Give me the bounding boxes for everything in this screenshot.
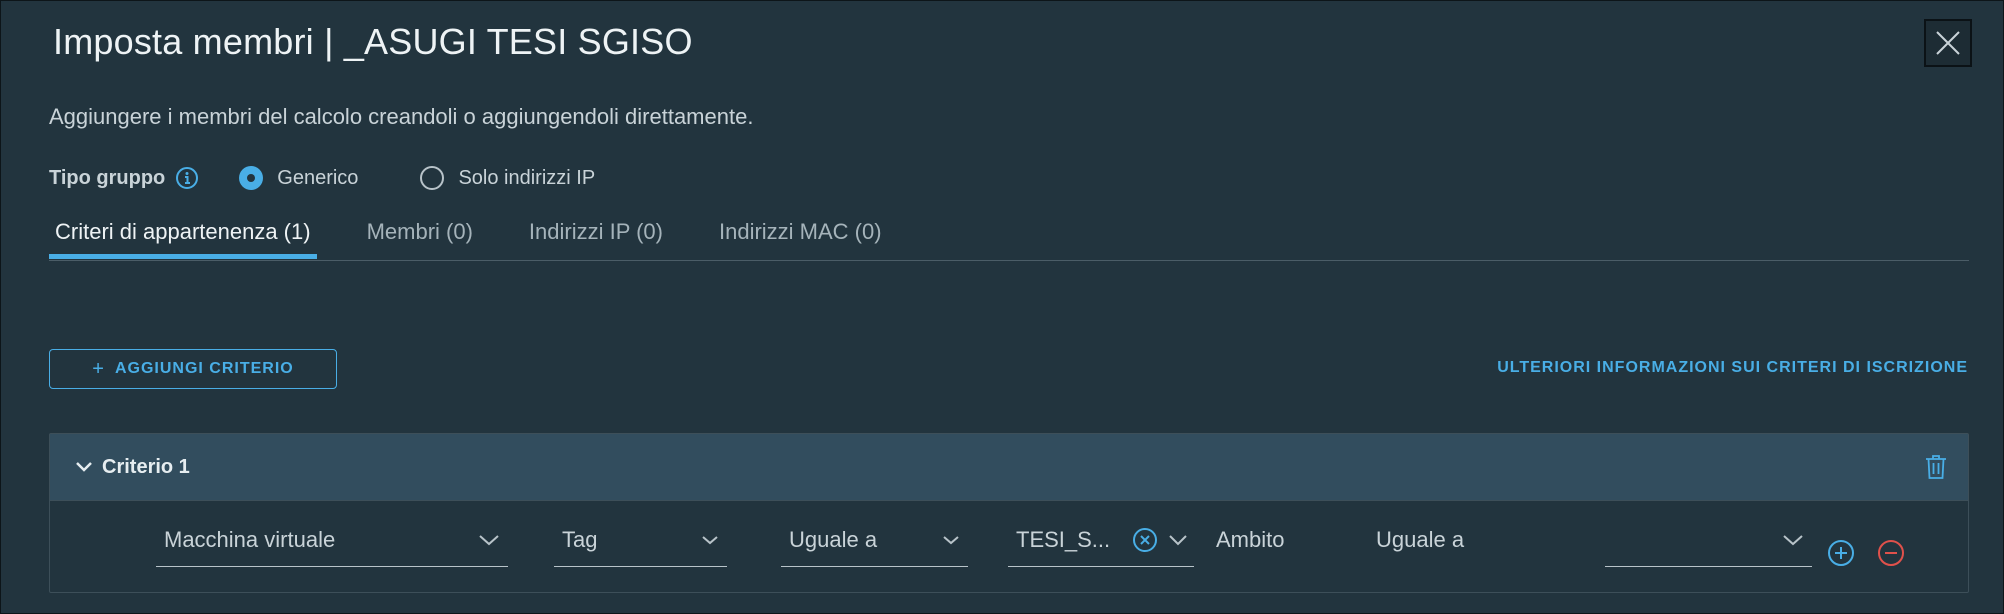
chevron-down-icon xyxy=(1168,534,1188,546)
criterion-header[interactable]: Criterio 1 xyxy=(50,434,1968,501)
criterion-title: Criterio 1 xyxy=(102,455,190,478)
add-condition-button[interactable] xyxy=(1827,539,1855,567)
clear-circle-icon[interactable] xyxy=(1132,527,1158,553)
add-criterion-label: AGGIUNGI CRITERIO xyxy=(114,360,294,377)
group-type-row: Tipo gruppo Generico Solo indirizzi IP xyxy=(49,163,657,193)
scope-label: Ambito xyxy=(1216,527,1285,552)
tag-value: TESI_S... xyxy=(1016,526,1111,552)
radio-generic[interactable]: Generico xyxy=(239,166,358,190)
tab-bar: Criteri di appartenenza (1) Membri (0) I… xyxy=(49,213,1969,261)
info-icon[interactable] xyxy=(175,166,199,190)
radio-generic-indicator[interactable] xyxy=(239,166,264,190)
property-select[interactable]: Tag xyxy=(554,513,727,567)
add-criterion-button[interactable]: + AGGIUNGI CRITERIO xyxy=(49,349,337,389)
operator-select[interactable]: Uguale a xyxy=(781,513,968,567)
plus-circle-icon xyxy=(1828,540,1854,566)
object-type-value: Macchina virtuale xyxy=(164,526,336,552)
object-type-select[interactable]: Macchina virtuale xyxy=(156,513,508,567)
tab-members[interactable]: Membri (0) xyxy=(361,213,479,253)
chevron-down-icon xyxy=(1782,533,1804,547)
tab-ip-addresses[interactable]: Indirizzi IP (0) xyxy=(523,213,669,253)
chevron-down-icon xyxy=(478,533,500,547)
radio-generic-label: Generico xyxy=(277,166,359,189)
minus-circle-icon xyxy=(1878,540,1904,566)
chevron-down-icon[interactable] xyxy=(74,457,94,477)
scope-operator: Uguale a xyxy=(1376,527,1465,552)
radio-ip-only[interactable]: Solo indirizzi IP xyxy=(420,166,595,190)
property-value: Tag xyxy=(562,526,598,552)
set-members-dialog: Imposta membri | _ASUGI TESI SGISO Aggiu… xyxy=(0,0,2004,614)
radio-ip-only-label: Solo indirizzi IP xyxy=(458,166,596,189)
scope-value-select[interactable] xyxy=(1605,513,1812,567)
tab-membership-criteria[interactable]: Criteri di appartenenza (1) xyxy=(49,213,317,259)
trash-icon[interactable] xyxy=(1924,454,1948,480)
plus-icon: + xyxy=(92,357,105,380)
remove-condition-button[interactable] xyxy=(1877,539,1905,567)
tab-mac-addresses[interactable]: Indirizzi MAC (0) xyxy=(713,213,888,253)
chevron-down-icon xyxy=(942,534,960,546)
group-type-label: Tipo gruppo xyxy=(49,166,166,189)
chevron-down-icon xyxy=(701,534,719,546)
dialog-title: Imposta membri | _ASUGI TESI SGISO xyxy=(53,21,693,62)
operator-value: Uguale a xyxy=(789,526,878,552)
tag-value-select[interactable]: TESI_S... xyxy=(1008,513,1194,567)
dialog-description: Aggiungere i membri del calcolo creandol… xyxy=(49,104,754,129)
close-button[interactable] xyxy=(1924,19,1972,67)
close-icon xyxy=(1936,31,1960,55)
more-info-link[interactable]: ULTERIORI INFORMAZIONI SUI CRITERI DI IS… xyxy=(1497,359,1968,377)
radio-ip-only-indicator[interactable] xyxy=(420,166,445,190)
